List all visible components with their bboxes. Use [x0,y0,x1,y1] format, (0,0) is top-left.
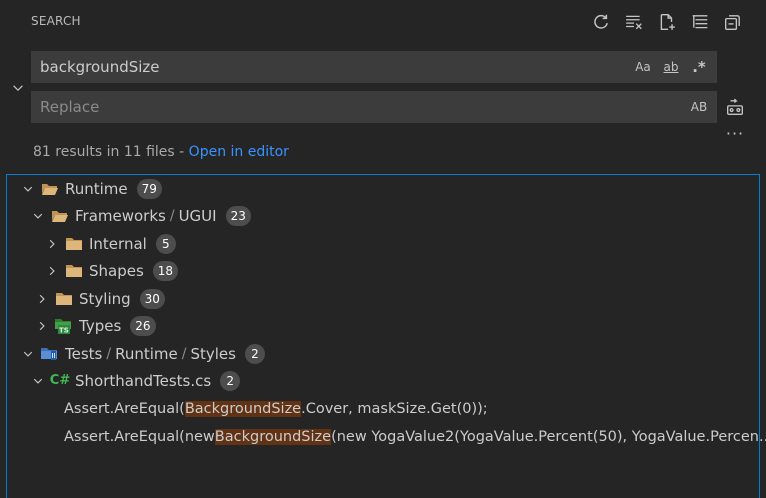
folder-label: Runtime [65,179,128,198]
count-badge: 79 [136,178,162,199]
results-summary: 81 results in 11 files - Open in editor [33,144,289,160]
replace-input[interactable] [31,91,651,123]
replace-options: AB [687,97,711,117]
results-count-text: 81 results in 11 files - [33,144,189,160]
path-separator: / [169,207,175,224]
path-separator: / [181,345,187,362]
chevron-right-icon [45,237,59,251]
folder-label: Internal [89,234,147,253]
open-in-editor-link[interactable]: Open in editor [189,144,289,160]
tree-item-runtime[interactable]: Runtime 79 [7,175,766,202]
match-result[interactable]: Assert.AreEqual(new BackgroundSize (new Y… [7,423,766,450]
chevron-right-icon [45,264,59,278]
path-separator: / [106,345,112,362]
csharp-file-icon: C# [49,373,71,388]
folder-label: Shapes [89,261,144,280]
tree-item-file[interactable]: C# ShorthandTests.cs 2 [7,367,766,394]
folder-label: Frameworks [75,206,166,225]
count-badge: 2 [220,370,241,391]
svg-text:TS: TS [59,326,69,334]
clear-results-icon[interactable] [623,11,645,33]
count-badge: 18 [152,260,179,281]
folder-label: Styles [190,344,236,363]
header-actions [590,11,744,33]
tree-item-shapes[interactable]: Shapes 18 [7,257,766,284]
folder-icon [65,263,83,279]
replace-field: AB [31,91,717,123]
tree-item-frameworks-ugui[interactable]: Frameworks / UGUI 23 [7,202,766,229]
folder-label: Styling [79,289,131,308]
count-badge: 2 [244,343,265,364]
tree-item-styling[interactable]: Styling 30 [7,285,766,312]
preserve-case-toggle[interactable]: AB [687,97,711,117]
tree-item-types[interactable]: TS Types 26 [7,312,766,339]
match-suffix: .Cover, maskSize.Get(0)); [301,400,488,417]
folder-open-icon [51,208,69,224]
new-search-editor-icon[interactable] [656,11,678,33]
chevron-right-icon [35,292,49,306]
match-result[interactable]: Assert.AreEqual(BackgroundSize .Cover, ma… [7,395,766,422]
more-options-icon[interactable]: ··· [724,124,746,143]
count-badge: 5 [155,233,176,254]
count-badge: 23 [225,205,251,226]
match-suffix: (new YogaValue2(YogaValue.Percent(50), Y… [331,428,766,445]
panel-title: SEARCH [31,14,81,28]
file-label: ShorthandTests.cs [75,371,212,390]
use-regex-toggle[interactable]: .* [687,57,711,77]
match-highlight: BackgroundSize [214,428,332,445]
chevron-down-icon [31,374,45,388]
tree-view-icon[interactable] [689,11,711,33]
folder-icon [65,236,83,252]
tree-item-tests-runtime-styles[interactable]: Tests / Runtime / Styles 2 [7,340,766,367]
collapse-all-icon[interactable] [722,11,744,33]
chevron-down-icon [21,182,35,196]
toggle-replace-chevron-icon[interactable] [8,78,28,98]
search-input[interactable] [31,51,651,83]
whole-word-label: ab [663,60,679,74]
refresh-icon[interactable] [590,11,612,33]
count-badge: 26 [130,315,156,336]
search-header: SEARCH [0,0,766,44]
match-case-toggle[interactable]: Aa [631,57,655,77]
results-tree: Runtime 79 Frameworks / UGUI 23 Internal… [6,174,766,498]
match-highlight: BackgroundSize [184,400,302,417]
match-whole-word-toggle[interactable]: ab [659,57,683,77]
folder-label: Runtime [115,344,178,363]
search-field: Aa ab .* [31,51,717,83]
match-prefix: Assert.AreEqual(new [64,428,215,445]
folder-icon [55,291,73,307]
chevron-down-icon [31,209,45,223]
match-prefix: Assert.AreEqual( [64,400,185,417]
chevron-down-icon [21,347,35,361]
replace-all-icon[interactable] [724,96,746,118]
folder-open-icon [41,181,59,197]
folder-label: Types [79,316,122,335]
count-badge: 30 [139,288,165,309]
typescript-folder-icon: TS [55,318,73,334]
search-options: Aa ab .* [631,57,711,77]
tree-item-internal[interactable]: Internal 5 [7,230,766,257]
folder-label: Tests [65,344,103,363]
folder-label: UGUI [178,206,217,225]
chevron-right-icon [35,319,49,333]
test-folder-icon [41,346,59,362]
